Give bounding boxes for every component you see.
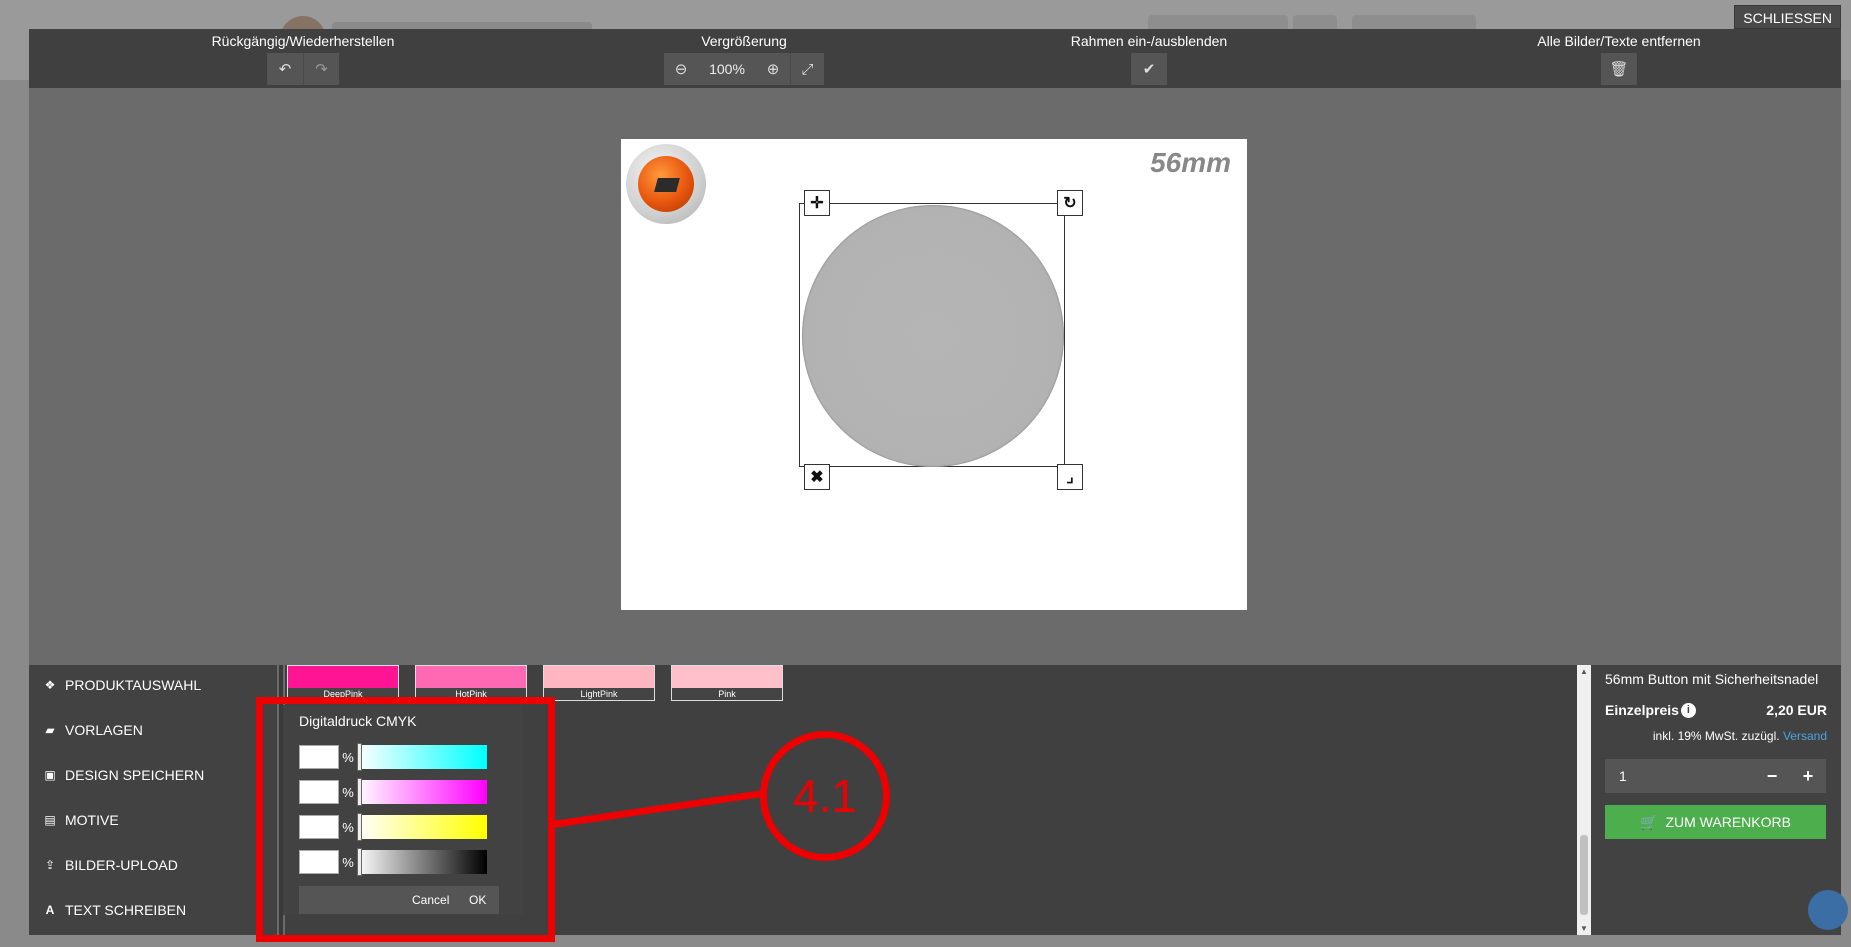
folder-icon: ▰ <box>45 723 55 737</box>
menu-item-label: MOTIVE <box>65 812 119 828</box>
menu-item-motive[interactable]: ▤ MOTIVE <box>43 808 119 832</box>
design-canvas[interactable]: 56mm ✛ ↻ ✖ ⌟ <box>621 139 1247 610</box>
swatch-deeppink[interactable]: DeepPink <box>287 665 399 701</box>
annotation-callout: 4.1 <box>760 731 890 861</box>
undo-redo-label: Rückgängig/Wiederherstellen <box>211 33 395 49</box>
brand-logo <box>626 144 706 224</box>
swatch-pink[interactable]: Pink <box>671 665 783 701</box>
left-menu: ❖ PRODUKTAUSWAHL ▰ VORLAGEN ▣ DESIGN SPE… <box>29 665 277 935</box>
size-label: 56mm <box>1150 147 1231 178</box>
menu-item-bilder-upload[interactable]: ⇪ BILDER-UPLOAD <box>43 853 178 877</box>
quantity-stepper: 1 − + <box>1605 759 1826 793</box>
resize-handle[interactable]: ⌟ <box>1057 464 1083 490</box>
remove-all-group: Alle Bilder/Texte entfernen 🗑 <box>1499 29 1739 85</box>
expand-icon: ⤢ <box>801 60 814 78</box>
frame-toggle-button[interactable]: ✔ <box>1131 53 1167 85</box>
menu-item-label: DESIGN SPEICHERN <box>65 767 205 783</box>
tax-note: inkl. 19% MwSt. zuzügl. Versand <box>1605 729 1827 743</box>
swatch-label: Pink <box>672 688 782 700</box>
menu-item-text-schreiben[interactable]: A TEXT SCHREIBEN <box>43 898 186 922</box>
zoom-in-icon: ⊕ <box>766 61 780 78</box>
zoom-out-icon: ⊖ <box>674 61 688 78</box>
unit-price: 2,20 EUR <box>1766 702 1827 718</box>
move-handle[interactable]: ✛ <box>804 190 830 216</box>
redo-icon: ↷ <box>315 61 328 78</box>
tax-text: inkl. 19% MwSt. zuzügl. <box>1652 729 1780 743</box>
close-icon: ✖ <box>810 469 824 486</box>
swatch-label: LightPink <box>544 688 654 700</box>
cubes-icon: ❖ <box>44 678 56 692</box>
delete-handle[interactable]: ✖ <box>804 464 830 490</box>
product-title: 56mm Button mit Sicherheitsnadel <box>1605 671 1819 687</box>
rotate-handle[interactable]: ↻ <box>1057 190 1083 216</box>
scroll-up-icon[interactable]: ▲ <box>1577 667 1591 676</box>
image-icon: ▤ <box>44 813 56 827</box>
font-icon: A <box>45 903 55 917</box>
frame-toggle-group: Rahmen ein-/ausblenden ✔ <box>1049 29 1249 85</box>
frame-label: Rahmen ein-/ausblenden <box>1070 33 1228 49</box>
scroll-down-icon[interactable]: ▼ <box>1577 924 1591 933</box>
zoom-out-button[interactable]: ⊖ <box>664 53 698 85</box>
chat-icon[interactable] <box>1808 890 1848 930</box>
add-to-cart-label: ZUM WARENKORB <box>1665 814 1791 830</box>
decrease-quantity-button[interactable]: − <box>1754 766 1790 787</box>
check-icon: ✔ <box>1142 61 1156 78</box>
annotation-box <box>256 697 555 942</box>
rotate-icon: ↻ <box>1063 195 1077 212</box>
menu-item-produktauswahl[interactable]: ❖ PRODUKTAUSWAHL <box>43 673 202 697</box>
close-button[interactable]: SCHLIESSEN <box>1734 5 1841 29</box>
annotation-label: 4.1 <box>793 770 857 822</box>
zoom-label: Vergrößerung <box>701 33 787 49</box>
scrollbar-thumb[interactable] <box>1580 835 1588 915</box>
redo-button[interactable]: ↷ <box>303 53 339 85</box>
fit-screen-button[interactable]: ⤢ <box>790 53 824 85</box>
swatch-lightpink[interactable]: LightPink <box>543 665 655 701</box>
unit-price-label: Einzelpreis <box>1605 702 1679 718</box>
zoom-in-button[interactable]: ⊕ <box>756 53 790 85</box>
menu-item-label: TEXT SCHREIBEN <box>65 902 187 918</box>
move-icon: ✛ <box>810 195 824 212</box>
undo-icon: ↶ <box>278 61 292 78</box>
add-to-cart-button[interactable]: 🛒 ZUM WARENKORB <box>1605 805 1826 839</box>
remove-all-label: Alle Bilder/Texte entfernen <box>1537 33 1701 49</box>
info-icon[interactable]: i <box>1680 702 1696 718</box>
shipping-link[interactable]: Versand <box>1783 729 1827 743</box>
anvil-icon <box>654 178 680 192</box>
resize-icon: ⌟ <box>1066 469 1074 486</box>
save-icon: ▣ <box>44 768 56 782</box>
product-panel: 56mm Button mit Sicherheitsnadel Einzelp… <box>1591 665 1841 935</box>
undo-redo-group: Rückgängig/Wiederherstellen ↶ ↷ <box>175 29 431 85</box>
menu-item-label: VORLAGEN <box>65 722 143 738</box>
undo-button[interactable]: ↶ <box>267 53 303 85</box>
increase-quantity-button[interactable]: + <box>1790 766 1826 787</box>
basket-icon: 🛒 <box>1640 813 1658 830</box>
menu-item-label: PRODUKTAUSWAHL <box>65 677 202 693</box>
menu-item-design-speichern[interactable]: ▣ DESIGN SPEICHERN <box>43 763 204 787</box>
remove-all-button[interactable]: 🗑 <box>1601 53 1637 85</box>
trash-icon: 🗑 <box>1609 61 1629 78</box>
quantity-input[interactable]: 1 <box>1605 768 1754 784</box>
zoom-value: 100% <box>698 53 756 85</box>
menu-item-label: BILDER-UPLOAD <box>65 857 178 873</box>
menu-item-vorlagen[interactable]: ▰ VORLAGEN <box>43 718 143 742</box>
upload-icon: ⇪ <box>44 858 56 872</box>
zoom-group: Vergrößerung ⊖ 100% ⊕ ⤢ <box>609 29 879 85</box>
swatch-hotpink[interactable]: HotPink <box>415 665 527 701</box>
editor-toolbar: Rückgängig/Wiederherstellen ↶ ↷ Vergröße… <box>29 29 1841 88</box>
color-panel-scrollbar[interactable]: ▲ ▼ <box>1577 665 1591 935</box>
button-preview[interactable] <box>802 205 1064 467</box>
unit-price-row: Einzelpreis i 2,20 EUR <box>1605 700 1827 720</box>
